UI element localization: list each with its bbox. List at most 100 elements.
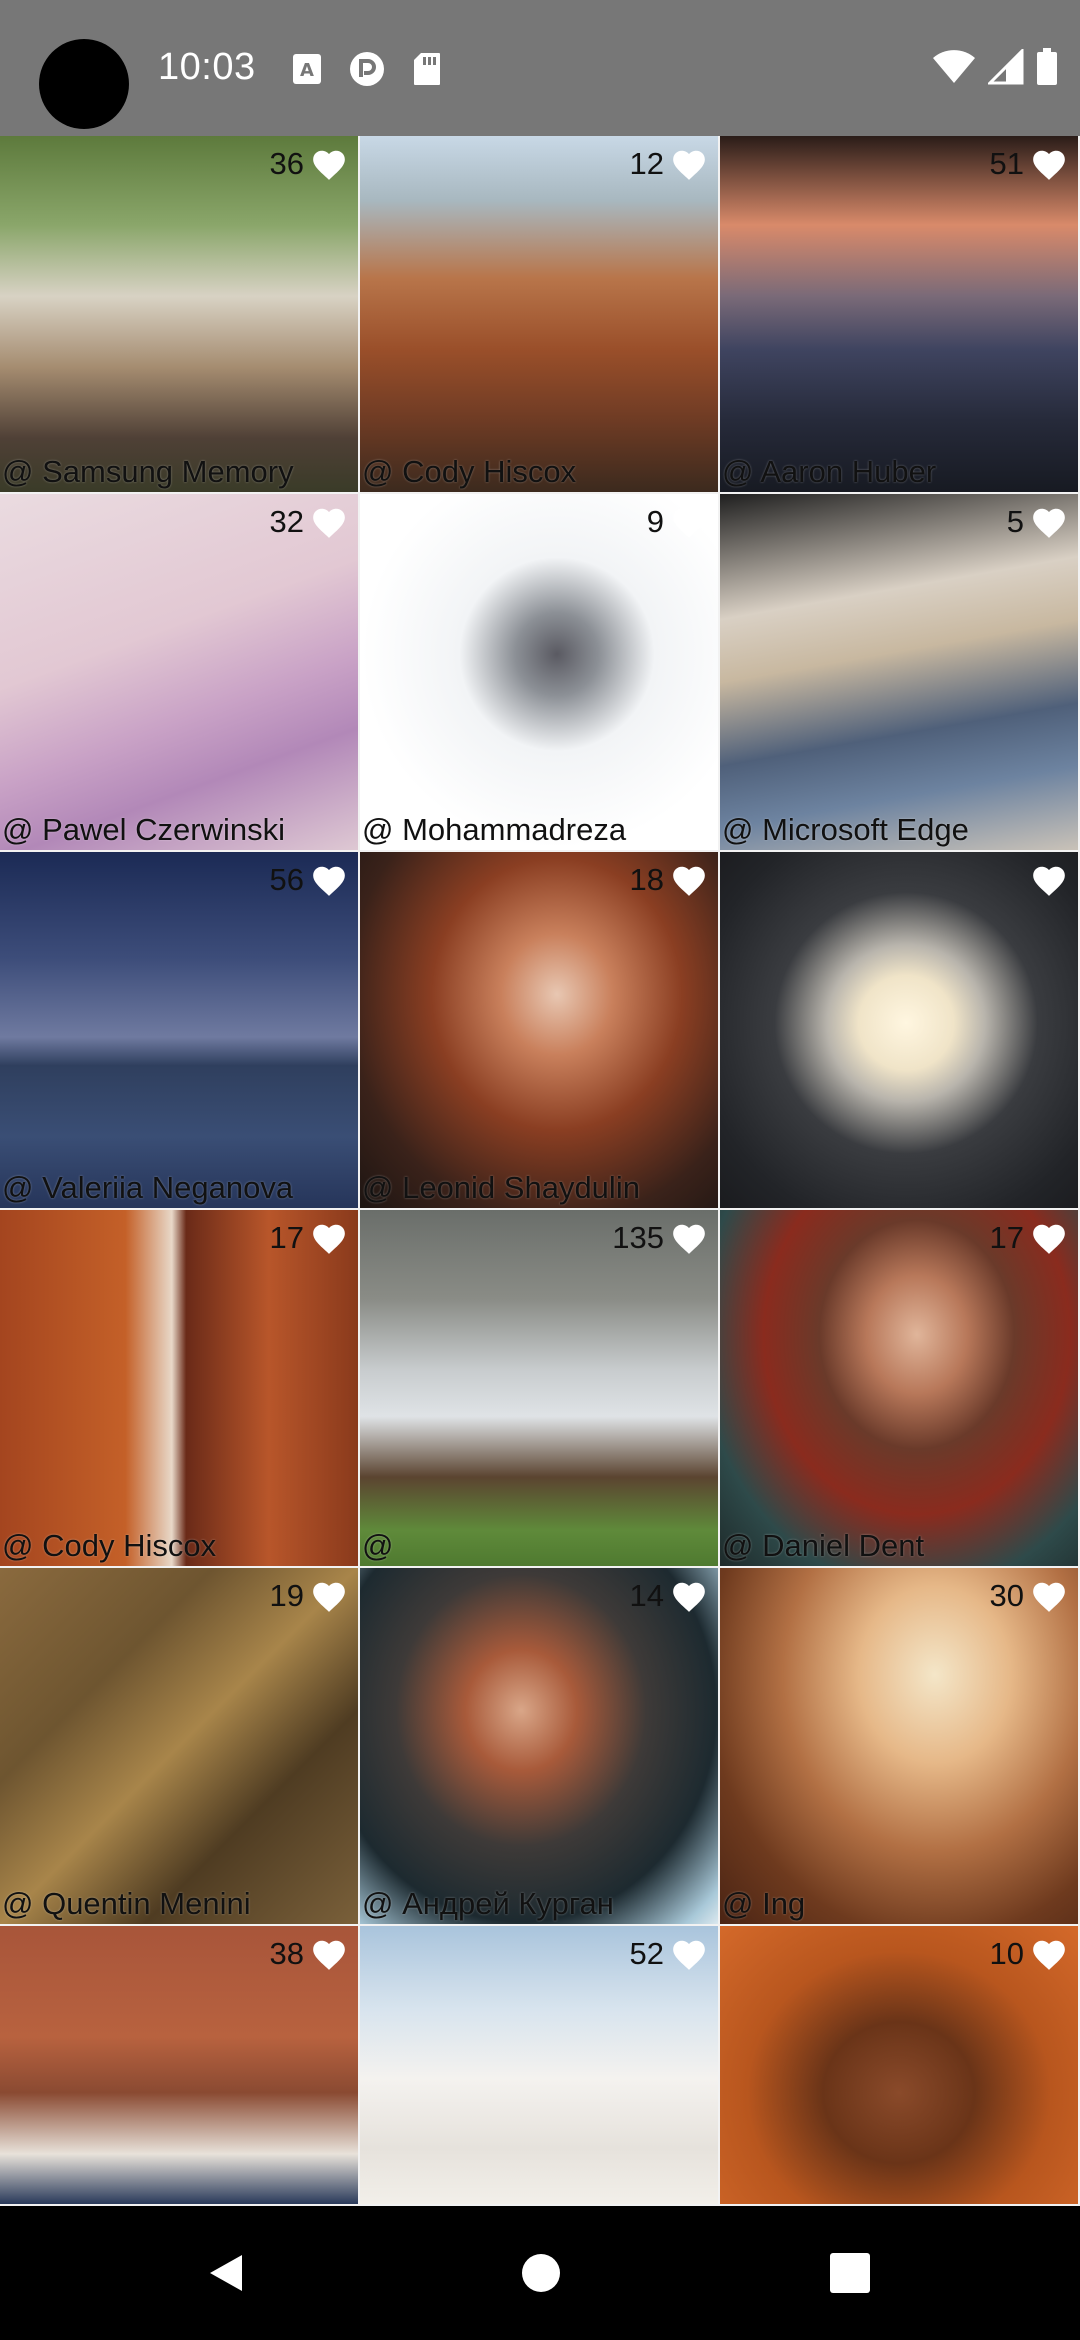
- camera-cutout: [39, 39, 129, 129]
- heart-icon[interactable]: [310, 146, 348, 182]
- photo-tile[interactable]: 5 @ Microsoft Edge: [720, 494, 1080, 852]
- photo-image: [720, 1568, 1078, 1924]
- photo-tile[interactable]: 30 @ Ing: [720, 1568, 1080, 1926]
- heart-icon[interactable]: [1030, 146, 1068, 182]
- like-counter[interactable]: 14: [630, 1578, 708, 1614]
- photo-image: [720, 852, 1078, 1208]
- photo-tile[interactable]: 10: [720, 1926, 1080, 2206]
- photo-tile[interactable]: 17 @ Cody Hiscox: [0, 1210, 360, 1568]
- photo-tile[interactable]: 12 @ Cody Hiscox: [360, 136, 720, 494]
- like-counter[interactable]: 18: [630, 862, 708, 898]
- heart-icon[interactable]: [670, 1936, 708, 1972]
- heart-icon[interactable]: [670, 1220, 708, 1256]
- like-count: 52: [629, 1936, 664, 1971]
- like-count: 9: [646, 504, 664, 539]
- svg-text:A: A: [300, 60, 314, 81]
- photo-image: [0, 852, 358, 1208]
- like-counter[interactable]: 36: [270, 146, 348, 182]
- like-counter[interactable]: 17: [990, 1220, 1068, 1256]
- heart-icon[interactable]: [310, 862, 348, 898]
- battery-icon: [1036, 48, 1058, 91]
- like-count: 36: [269, 146, 304, 181]
- like-count: 5: [1006, 504, 1024, 539]
- heart-icon[interactable]: [1030, 862, 1068, 898]
- like-count: 10: [989, 1936, 1024, 1971]
- heart-icon[interactable]: [310, 504, 348, 540]
- author-label: @ Mohammadreza: [362, 812, 627, 847]
- like-counter[interactable]: 135: [612, 1220, 708, 1256]
- like-count: 51: [989, 146, 1024, 181]
- home-button[interactable]: [481, 2206, 601, 2340]
- photo-tile[interactable]: 135 @: [360, 1210, 720, 1568]
- photo-image: [360, 136, 718, 492]
- author-label: @ Cody Hiscox: [362, 454, 577, 489]
- photo-image: [0, 1210, 358, 1566]
- signal-icon: [986, 47, 1024, 90]
- photo-tile[interactable]: 32 @ Pawel Czerwinski: [0, 494, 360, 852]
- photo-tile[interactable]: 36 @ Samsung Memory: [0, 136, 360, 494]
- heart-icon[interactable]: [1030, 1578, 1068, 1614]
- status-time: 10:03: [158, 46, 256, 88]
- like-counter[interactable]: 51: [990, 146, 1068, 182]
- author-label: @ Ing: [722, 1886, 806, 1921]
- photo-tile[interactable]: [720, 852, 1080, 1210]
- like-counter[interactable]: [1024, 862, 1068, 898]
- like-counter[interactable]: 30: [990, 1578, 1068, 1614]
- photo-image: [0, 494, 358, 850]
- photo-tile[interactable]: 52: [360, 1926, 720, 2206]
- photo-tile[interactable]: 51 @ Aaron Huber: [720, 136, 1080, 494]
- recents-icon[interactable]: [829, 2252, 871, 2294]
- like-count: 56: [269, 862, 304, 897]
- back-button[interactable]: [166, 2206, 286, 2340]
- photo-image: [720, 494, 1078, 850]
- photo-tile[interactable]: 17 @ Daniel Dent: [720, 1210, 1080, 1568]
- like-counter[interactable]: 10: [990, 1936, 1068, 1972]
- recents-button[interactable]: [790, 2206, 910, 2340]
- like-count: 17: [269, 1220, 304, 1255]
- photo-tile[interactable]: 18 @ Leonid Shaydulin: [360, 852, 720, 1210]
- heart-icon[interactable]: [670, 862, 708, 898]
- back-icon[interactable]: [204, 2251, 248, 2295]
- like-counter[interactable]: 19: [270, 1578, 348, 1614]
- photo-tile[interactable]: 19 @ Quentin Menini: [0, 1568, 360, 1926]
- photo-image: [0, 136, 358, 492]
- like-counter[interactable]: 52: [630, 1936, 708, 1972]
- heart-icon[interactable]: [1030, 504, 1068, 540]
- heart-icon[interactable]: [670, 1578, 708, 1614]
- like-counter[interactable]: 5: [1007, 504, 1068, 540]
- photo-tile[interactable]: 38: [0, 1926, 360, 2206]
- photo-image: [360, 494, 718, 850]
- author-label: @ Cody Hiscox: [2, 1528, 217, 1563]
- heart-icon[interactable]: [310, 1578, 348, 1614]
- heart-icon[interactable]: [310, 1220, 348, 1256]
- photo-tile[interactable]: 9 @ Mohammadreza: [360, 494, 720, 852]
- heart-icon[interactable]: [310, 1936, 348, 1972]
- like-counter[interactable]: 32: [270, 504, 348, 540]
- like-counter[interactable]: 17: [270, 1220, 348, 1256]
- photo-image: [0, 1568, 358, 1924]
- like-counter[interactable]: 9: [647, 504, 708, 540]
- photo-image: [360, 1210, 718, 1566]
- like-count: 38: [269, 1936, 304, 1971]
- like-count: 14: [629, 1578, 664, 1613]
- photo-tile[interactable]: 14 @ Андрей Курган: [360, 1568, 720, 1926]
- photo-grid: 36 @ Samsung Memory 12 @ Cody Hiscox 51 …: [0, 136, 1080, 2206]
- heart-icon[interactable]: [670, 504, 708, 540]
- system-icons: [932, 47, 1058, 91]
- heart-icon[interactable]: [1030, 1936, 1068, 1972]
- heart-icon[interactable]: [670, 146, 708, 182]
- like-counter[interactable]: 56: [270, 862, 348, 898]
- notification-icons: A: [288, 50, 446, 88]
- home-icon[interactable]: [521, 2253, 561, 2293]
- heart-icon[interactable]: [1030, 1220, 1068, 1256]
- author-label: @ Microsoft Edge: [722, 812, 969, 847]
- photo-image: [720, 1210, 1078, 1566]
- photo-tile[interactable]: 56 @ Valeriia Neganova: [0, 852, 360, 1210]
- author-label: @ Daniel Dent: [722, 1528, 925, 1563]
- author-label: @ Leonid Shaydulin: [362, 1170, 640, 1205]
- like-count: 135: [612, 1220, 664, 1255]
- like-count: 17: [989, 1220, 1024, 1255]
- like-counter[interactable]: 12: [630, 146, 708, 182]
- photo-image: [720, 136, 1078, 492]
- like-counter[interactable]: 38: [270, 1936, 348, 1972]
